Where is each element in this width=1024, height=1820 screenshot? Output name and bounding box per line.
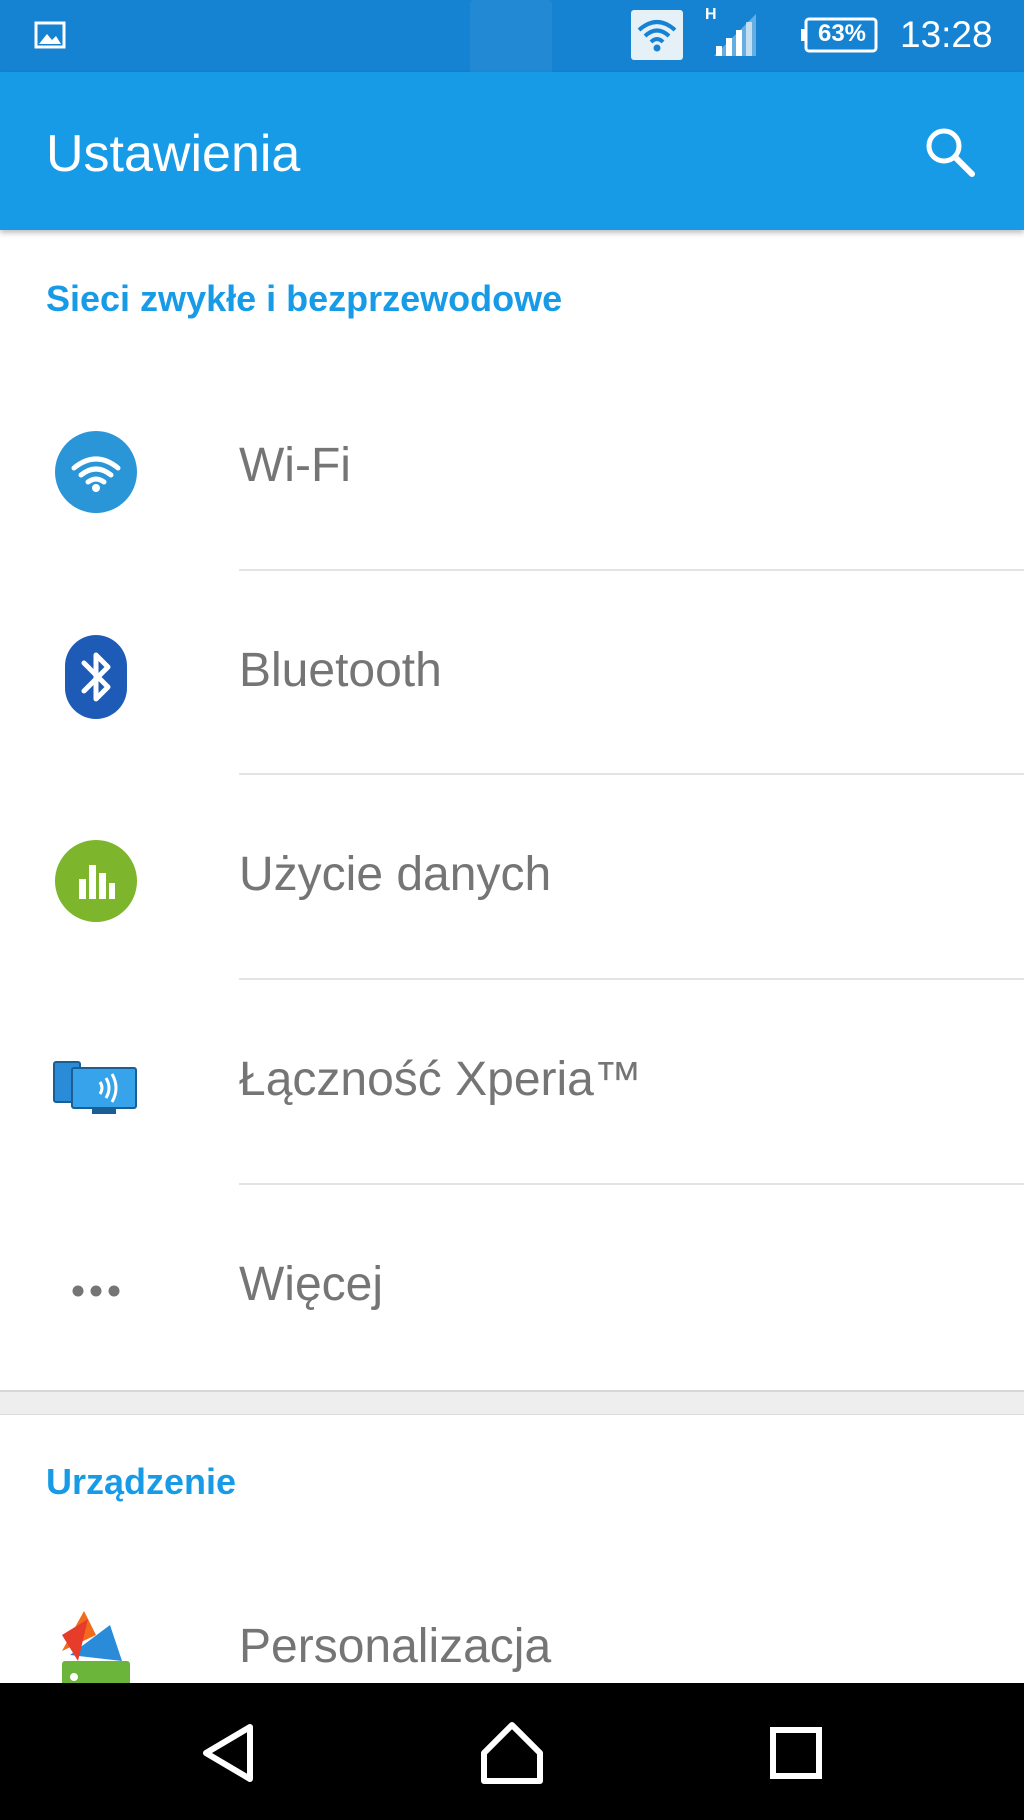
recents-icon xyxy=(770,1727,822,1779)
settings-item-label: Bluetooth xyxy=(239,644,442,697)
clock: 13:28 xyxy=(900,14,993,55)
navigation-bar xyxy=(0,1683,1024,1820)
back-button[interactable] xyxy=(190,1713,270,1793)
image-notification-icon xyxy=(34,21,66,49)
wifi-status-icon xyxy=(631,10,683,60)
settings-item-label: Użycie danych xyxy=(239,848,552,901)
settings-item-label: Więcej xyxy=(239,1258,384,1311)
home-button[interactable] xyxy=(472,1713,552,1793)
section-separator xyxy=(0,1390,1024,1415)
back-icon xyxy=(203,1724,253,1782)
recents-button[interactable] xyxy=(756,1713,836,1793)
home-icon xyxy=(481,1722,543,1784)
settings-item-xperia-connectivity[interactable]: Łączność Xperia™ xyxy=(0,980,1024,1184)
status-bar: H 63% 13:28 xyxy=(0,0,1024,132)
settings-item-more[interactable]: Więcej xyxy=(0,1185,1024,1389)
xperia-connectivity-icon xyxy=(48,1038,144,1134)
search-button[interactable] xyxy=(918,120,982,184)
settings-item-wifi[interactable]: Wi-Fi xyxy=(0,366,1024,570)
battery-percent: 63% xyxy=(817,20,867,47)
signal-icon xyxy=(714,14,756,56)
section-header-device: Urządzenie xyxy=(46,1461,237,1502)
more-icon xyxy=(48,1243,144,1339)
settings-item-bluetooth[interactable]: Bluetooth xyxy=(0,571,1024,775)
wifi-icon xyxy=(48,424,144,520)
section-header-wireless: Sieci zwykłe i bezprzewodowe xyxy=(46,278,563,319)
settings-item-label: Łączność Xperia™ xyxy=(239,1053,642,1106)
settings-item-label: Wi-Fi xyxy=(239,439,351,492)
settings-item-label: Personalizacja xyxy=(239,1620,552,1673)
page-title: Ustawienia xyxy=(46,125,301,183)
settings-item-data-usage[interactable]: Użycie danych xyxy=(0,775,1024,979)
search-icon xyxy=(926,128,975,177)
bluetooth-icon xyxy=(48,629,144,725)
app-bar: Ustawienia xyxy=(0,72,1024,230)
data-usage-icon xyxy=(48,833,144,929)
